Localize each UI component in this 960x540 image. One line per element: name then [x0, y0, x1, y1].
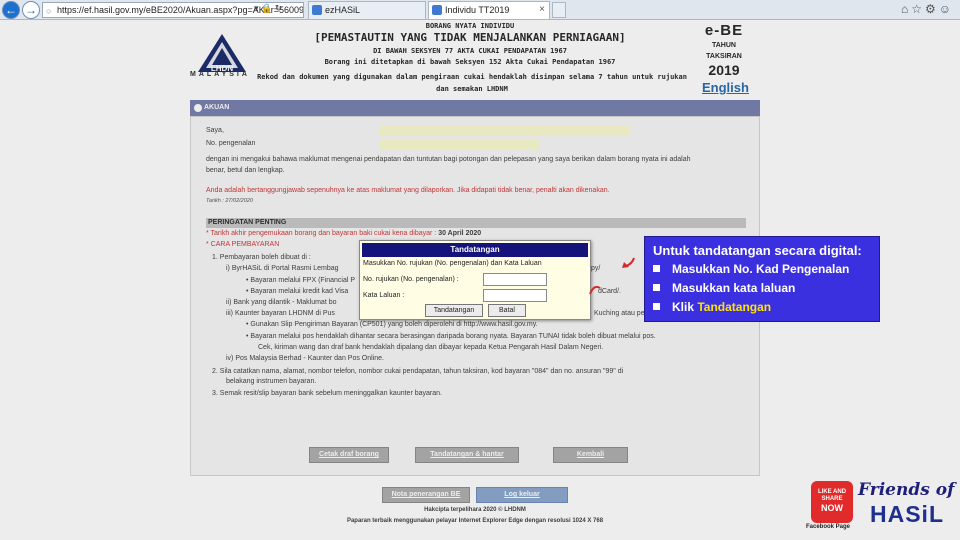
assessment-year: 2019	[708, 62, 740, 78]
password-label: Kata Laluan :	[363, 292, 405, 299]
logout-button[interactable]: Log keluar	[476, 487, 568, 503]
sign-button[interactable]: Tandatangan	[425, 304, 483, 317]
browser-note: Paparan terbaik menggunakan pelayar Inte…	[346, 518, 604, 524]
payment-item-1iii-c: Cek, kiriman wang dan draf bank hendakla…	[258, 344, 604, 351]
browser-right-icons[interactable]: ⌂☆⚙☺	[901, 2, 954, 16]
payment-item-1iii: iii) Kaunter bayaran LHDNM di Pus	[226, 310, 335, 317]
callout-item-2: Masukkan kata laluan	[653, 281, 795, 295]
facebook-page-label: Facebook Page	[806, 524, 851, 530]
tahun-label: TAHUN	[712, 42, 736, 49]
form-code-block: e-BE TAHUN TAKSIRAN 2019	[698, 22, 750, 78]
callout-item-3-highlight: Tandatangan	[697, 300, 772, 314]
header-line-1: BORANG NYATA INDIVIDU	[425, 22, 515, 30]
signature-dialog: Tandatangan Masukkan No. rujukan (No. pe…	[359, 240, 591, 320]
id-label: No. pengenalan	[206, 140, 256, 147]
header-note-line-1: Rekod dan dokumen yang digunakan dalam p…	[257, 73, 687, 81]
address-actions-icon[interactable]: ▾ 🔒 ↻	[254, 3, 282, 14]
taksiran-label: TAKSIRAN	[706, 53, 742, 60]
instruction-callout: Untuk tandatangan secara digital: Masukk…	[644, 236, 880, 322]
cancel-button[interactable]: Batal	[488, 304, 526, 317]
back-page-button[interactable]: Kembali	[553, 447, 628, 463]
due-text: * Tarikh akhir pengemukaan borang dan ba…	[206, 230, 437, 237]
date-text: Tarikh : 27/02/2020	[206, 198, 253, 204]
payment-item-1i: i) ByrHASiL di Portal Rasmi Lembag	[226, 265, 339, 272]
declaration-line-2: benar, betul dan lengkap.	[206, 167, 285, 174]
explanatory-notes-button[interactable]: Nota penerangan BE	[382, 487, 470, 503]
reference-number-input[interactable]	[483, 273, 547, 286]
header-line-4: Borang ini ditetapkan di bawah Seksyen 1…	[324, 58, 616, 66]
callout-item-3-prefix: Klik	[672, 300, 698, 314]
due-line: * Tarikh akhir pengemukaan borang dan ba…	[206, 230, 481, 237]
screen: ← → ○ https://ef.hasil.gov.my/eBE2020/Ak…	[0, 0, 960, 540]
bullet-icon	[653, 265, 660, 272]
copyright-text: Hakcipta terpelihara 2020 © LHDNM	[424, 507, 526, 513]
callout-item-2-text: Masukkan kata laluan	[672, 281, 796, 295]
close-tab-icon[interactable]: ×	[539, 2, 545, 18]
bullet-icon	[653, 284, 660, 291]
due-date: 30 April 2020	[438, 230, 482, 237]
dialog-instruction: Masukkan No. rujukan (No. pengenalan) da…	[363, 260, 542, 267]
forward-button[interactable]: →	[22, 1, 40, 19]
header-note: Rekod dan dokumen yang digunakan dalam p…	[252, 71, 692, 95]
page-title: [PEMASTAUTIN YANG TIDAK MENJALANKAN PERN…	[314, 31, 626, 44]
payment-item-1: 1. Pembayaran boleh dibuat di :	[212, 254, 311, 261]
password-input[interactable]	[483, 289, 547, 302]
callout-item-1-text: Masukkan No. Kad Pengenalan	[672, 262, 850, 276]
payment-item-1i-b: • Bayaran melalui kredit kad Visa	[246, 288, 349, 295]
hasil-logo-text: HASiL	[870, 501, 944, 527]
name-highlight	[380, 126, 630, 136]
payment-item-2a: 2. Sila catatkan nama, alamat, nombor te…	[212, 368, 624, 375]
payment-item-3: 3. Semak resit/slip bayaran bank sebelum…	[212, 390, 442, 397]
id-highlight	[380, 140, 540, 150]
back-button[interactable]: ←	[2, 1, 20, 19]
tab-label: Individu TT2019	[445, 5, 510, 15]
callout-title: Untuk tandatangan secara digital:	[653, 243, 862, 258]
collapse-icon[interactable]	[194, 104, 202, 112]
payment-item-1ii: ii) Bank yang dilantik - Maklumat bo	[226, 299, 337, 306]
saya-label: Saya,	[206, 127, 224, 134]
payment-item-2b: belakang instrumen bayaran.	[226, 378, 317, 385]
form-code: e-BE	[704, 22, 744, 39]
badge-line-1: LIKE AND	[817, 489, 847, 495]
callout-item-3: Klik Tandatangan	[653, 300, 771, 314]
tab-favicon-icon	[432, 5, 442, 15]
english-link[interactable]: English	[702, 80, 749, 95]
declaration-line-1: dengan ini mengakui bahawa maklumat meng…	[206, 156, 691, 163]
new-tab-button[interactable]	[552, 2, 566, 18]
section-header-akuan[interactable]: AKUAN	[190, 100, 760, 116]
tab-individu[interactable]: Individu TT2019 ×	[428, 1, 550, 19]
like-share-badge: LIKE AND SHARE NOW	[811, 481, 853, 523]
bullet-icon	[653, 303, 660, 310]
section-title: AKUAN	[204, 104, 230, 111]
reference-label: No. rujukan (No. pengenalan) :	[363, 276, 459, 283]
warning-text: Anda adalah bertanggungjawab sepenuhnya …	[206, 187, 610, 194]
payment-item-1i-a: • Bayaran melalui FPX (Financial P	[246, 277, 356, 284]
tab-favicon-icon	[312, 5, 322, 15]
payment-item-1iv: iv) Pos Malaysia Berhad - Kaunter dan Po…	[226, 355, 384, 362]
dialog-title: Tandatangan	[362, 243, 588, 257]
header-line-3: DI BAWAH SEKSYEN 77 AKTA CUKAI PENDAPATA…	[373, 47, 567, 55]
print-draft-button[interactable]: Cetak draf borang	[309, 447, 389, 463]
payment-method-header: * CARA PEMBAYARAN	[206, 241, 280, 248]
callout-item-1: Masukkan No. Kad Pengenalan	[653, 262, 849, 276]
pointer-arrow-icon	[589, 257, 635, 295]
friends-of-label: Friends of	[858, 480, 955, 500]
sign-and-submit-button[interactable]: Tandatangan & hantar	[415, 447, 519, 463]
badge-line-2: SHARE	[821, 496, 843, 502]
logo-country: MALAYSIA	[190, 71, 250, 78]
page-icon: ○	[46, 6, 52, 16]
payment-item-1iii-b: • Bayaran melalui pos hendaklah dihantar…	[246, 333, 656, 340]
tab-label: ezHASiL	[325, 5, 361, 15]
reminder-header: PERINGATAN PENTING	[206, 218, 746, 228]
payment-item-1iii-a: • Gunakan Slip Pengiriman Bayaran (CP501…	[246, 321, 538, 328]
payment-item-1iii-tail: Kuching atau pe	[594, 310, 645, 317]
header-note-line-2: dan semakan LHDNM	[436, 85, 508, 93]
tab-ezhasil[interactable]: ezHASiL	[308, 1, 426, 19]
badge-line-3: NOW	[821, 503, 843, 513]
browser-toolbar: ← → ○ https://ef.hasil.gov.my/eBE2020/Ak…	[0, 0, 960, 20]
